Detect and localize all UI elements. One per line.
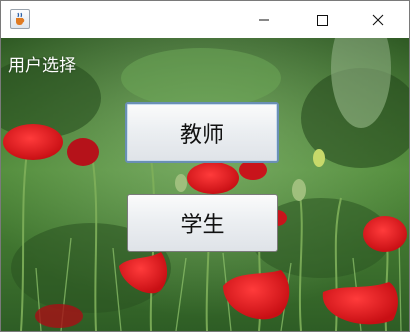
close-icon (372, 14, 384, 25)
close-button[interactable] (355, 1, 401, 38)
minimize-icon (259, 19, 269, 20)
title-bar[interactable] (1, 1, 409, 38)
content-panel: 用户选择 教师 学生 (1, 38, 409, 331)
maximize-button[interactable] (299, 1, 345, 38)
poppy-field-background (1, 38, 409, 331)
app-window: 用户选择 教师 学生 (0, 0, 410, 332)
maximize-icon (317, 14, 328, 26)
minimize-button[interactable] (241, 1, 287, 38)
user-selection-label: 用户选择 (8, 56, 76, 76)
student-button[interactable]: 学生 (127, 194, 278, 252)
teacher-button[interactable]: 教师 (125, 102, 279, 163)
java-cup-icon[interactable] (10, 9, 30, 29)
